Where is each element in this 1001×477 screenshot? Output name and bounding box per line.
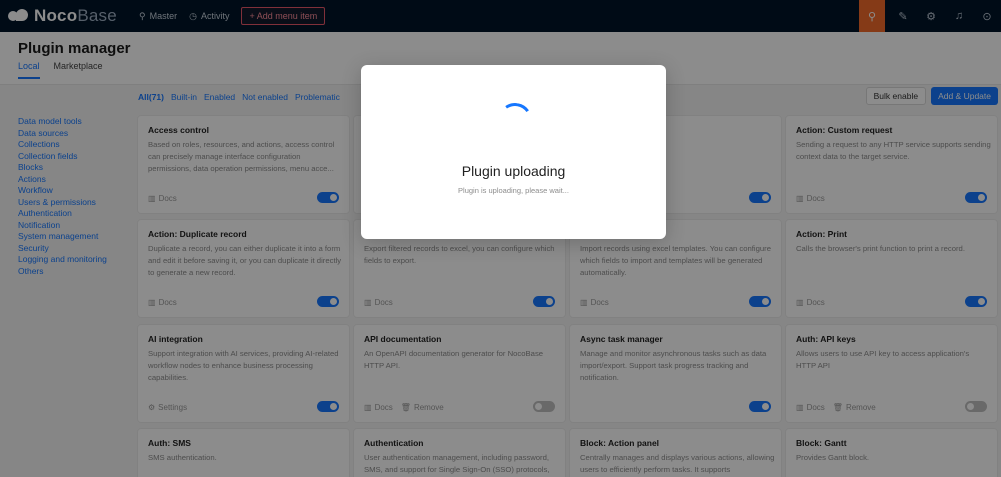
modal-subtitle: Plugin is uploading, please wait...: [458, 186, 569, 195]
loading-spinner-icon: [495, 100, 535, 140]
upload-modal: Plugin uploading Plugin is uploading, pl…: [361, 65, 666, 239]
modal-title: Plugin uploading: [461, 163, 566, 179]
